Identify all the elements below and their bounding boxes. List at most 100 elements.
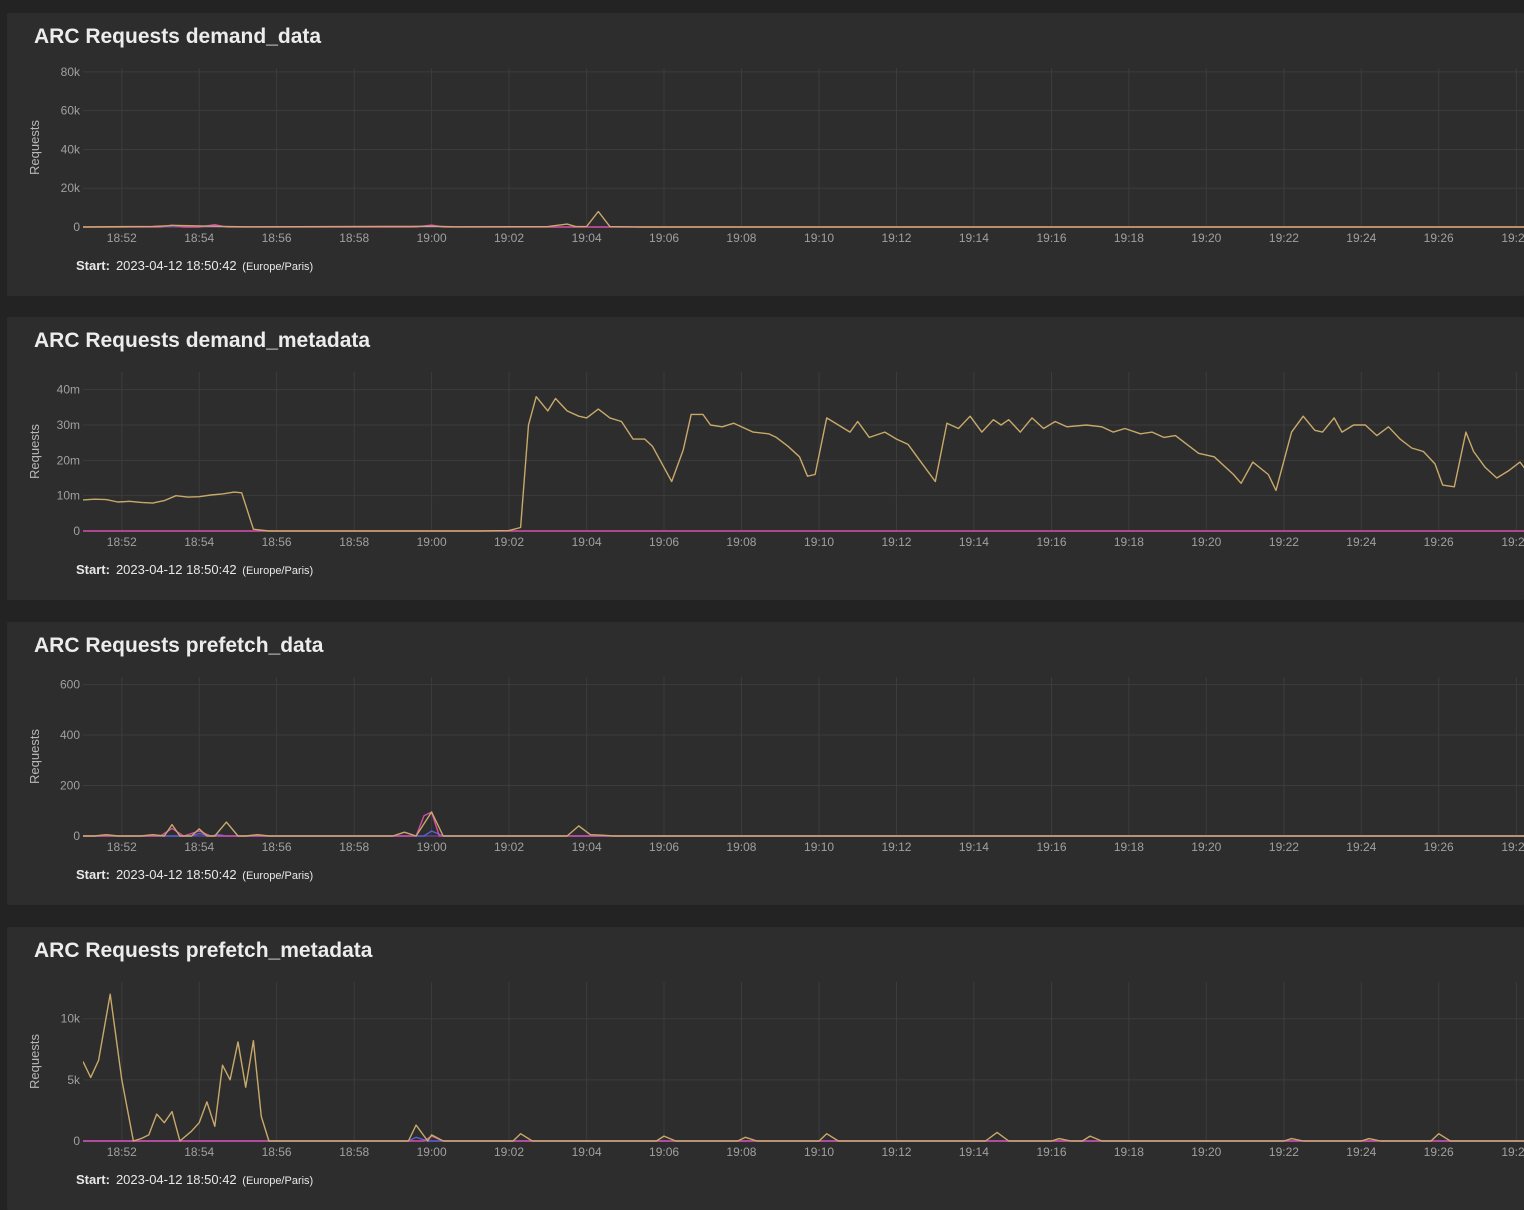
- x-tick-label: 19:16: [1036, 840, 1066, 854]
- x-tick-label: 18:56: [262, 840, 292, 854]
- x-tick-label: 19:12: [881, 840, 911, 854]
- x-tick-label: 19:24: [1346, 1145, 1376, 1159]
- x-tick-label: 19:18: [1114, 1145, 1144, 1159]
- x-tick-label: 19:28: [1501, 840, 1524, 854]
- y-tick-label: 10m: [57, 489, 80, 503]
- y-tick-label: 30m: [57, 418, 80, 432]
- y-tick-label: 20m: [57, 453, 80, 467]
- chart-svg[interactable]: 18:52 18:54 18:56 18:58 19:00 19:02 19:04 19:06…: [7, 622, 1524, 905]
- x-tick-label: 19:18: [1114, 535, 1144, 549]
- x-tick-label: 19:04: [572, 1145, 602, 1159]
- x-tick-label: 19:02: [494, 840, 524, 854]
- x-tick-label: 19:02: [494, 231, 524, 245]
- start-label: Start:: [76, 258, 110, 273]
- x-tick-label: 19:22: [1269, 840, 1299, 854]
- y-tick-label: 0: [73, 220, 80, 234]
- y-tick-label: 200: [60, 779, 80, 793]
- x-tick-label: 18:58: [339, 840, 369, 854]
- y-tick-label: 60k: [61, 104, 81, 118]
- chart-panel-prefetch-data: ARC Requests prefetch_data 18:52 18:54 18:…: [7, 622, 1524, 905]
- x-tick-label: 19:02: [494, 1145, 524, 1159]
- series-line-blue: [83, 830, 1524, 837]
- y-tick-label: 400: [60, 728, 80, 742]
- x-tick-label: 19:12: [881, 535, 911, 549]
- x-tick-label: 19:08: [726, 231, 756, 245]
- x-tick-label: 19:00: [417, 535, 447, 549]
- start-info: Start: 2023-04-12 18:50:42 (Europe/Paris): [76, 1172, 313, 1187]
- x-tick-label: 18:54: [184, 535, 214, 549]
- y-tick-label: 40m: [57, 383, 80, 397]
- x-tick-label: 19:08: [726, 1145, 756, 1159]
- chart-panel-demand-data: ARC Requests demand_data 18:52 18:54 18:56…: [7, 13, 1524, 296]
- x-tick-label: 19:20: [1191, 231, 1221, 245]
- x-tick-label: 19:04: [572, 231, 602, 245]
- x-tick-label: 19:06: [649, 840, 679, 854]
- x-tick-label: 19:12: [881, 1145, 911, 1159]
- chart-svg[interactable]: 18:52 18:54 18:56 18:58 19:00 19:02 19:04 19:06…: [7, 927, 1524, 1210]
- y-tick-label: 600: [60, 678, 80, 692]
- x-tick-label: 19:24: [1346, 231, 1376, 245]
- x-tick-label: 18:58: [339, 1145, 369, 1159]
- start-info: Start: 2023-04-12 18:50:42 (Europe/Paris): [76, 867, 313, 882]
- start-timezone: (Europe/Paris): [242, 261, 314, 273]
- x-tick-label: 19:10: [804, 535, 834, 549]
- x-tick-label: 19:00: [417, 1145, 447, 1159]
- x-tick-label: 19:04: [572, 840, 602, 854]
- x-tick-label: 19:00: [417, 231, 447, 245]
- x-tick-label: 19:16: [1036, 231, 1066, 245]
- x-tick-label: 19:08: [726, 840, 756, 854]
- x-tick-label: 19:06: [649, 535, 679, 549]
- x-tick-label: 19:28: [1501, 1145, 1524, 1159]
- start-info: Start: 2023-04-12 18:50:42 (Europe/Paris): [76, 258, 313, 273]
- start-label: Start:: [76, 1172, 110, 1187]
- y-tick-label: 20k: [61, 181, 81, 195]
- series-line-tan: [83, 395, 1524, 532]
- x-tick-label: 19:04: [572, 535, 602, 549]
- x-tick-label: 19:28: [1501, 231, 1524, 245]
- chart-panel-demand-metadata: ARC Requests demand_metadata 18:52 18:54 1…: [7, 317, 1524, 600]
- x-tick-label: 19:28: [1501, 535, 1524, 549]
- grid: [83, 372, 1524, 531]
- y-tick-label: 0: [73, 524, 80, 538]
- x-tick-label: 19:22: [1269, 535, 1299, 549]
- x-tick-label: 18:54: [184, 231, 214, 245]
- start-label: Start:: [76, 867, 110, 882]
- x-tick-label: 19:16: [1036, 535, 1066, 549]
- chart-panel-prefetch-metadata: ARC Requests prefetch_metadata 18:52 18:5…: [7, 927, 1524, 1210]
- x-tick-label: 19:22: [1269, 1145, 1299, 1159]
- start-value: 2023-04-12 18:50:42: [115, 867, 237, 882]
- x-tick-label: 19:14: [959, 840, 989, 854]
- x-tick-label: 19:26: [1424, 231, 1454, 245]
- x-tick-label: 19:26: [1424, 1145, 1454, 1159]
- x-tick-label: 19:24: [1346, 535, 1376, 549]
- x-tick-label: 18:58: [339, 231, 369, 245]
- start-timezone: (Europe/Paris): [242, 1175, 314, 1187]
- x-tick-label: 19:22: [1269, 231, 1299, 245]
- x-tick-label: 19:26: [1424, 535, 1454, 549]
- x-tick-label: 18:52: [107, 535, 137, 549]
- chart-svg[interactable]: 18:52 18:54 18:56 18:58 19:00 19:02 19:04 19:06…: [7, 13, 1524, 296]
- y-tick-label: 10k: [61, 1012, 81, 1026]
- chart-svg[interactable]: 18:52 18:54 18:56 18:58 19:00 19:02 19:04 19:06…: [7, 317, 1524, 600]
- start-value: 2023-04-12 18:50:42: [115, 258, 237, 273]
- x-tick-label: 18:54: [184, 840, 214, 854]
- x-tick-label: 19:14: [959, 535, 989, 549]
- y-axis-label: Requests: [27, 424, 42, 479]
- x-tick-label: 18:56: [262, 1145, 292, 1159]
- start-value: 2023-04-12 18:50:42: [115, 1172, 237, 1187]
- grid: [83, 982, 1524, 1141]
- series-line-pink: [83, 811, 1524, 837]
- x-tick-label: 18:52: [107, 840, 137, 854]
- grid: [83, 677, 1524, 836]
- x-tick-label: 18:56: [262, 535, 292, 549]
- start-value: 2023-04-12 18:50:42: [115, 562, 237, 577]
- start-label: Start:: [76, 562, 110, 577]
- y-tick-label: 0: [73, 829, 80, 843]
- x-tick-label: 19:08: [726, 535, 756, 549]
- x-tick-label: 19:20: [1191, 535, 1221, 549]
- x-tick-label: 19:10: [804, 231, 834, 245]
- x-tick-label: 19:10: [804, 840, 834, 854]
- x-tick-label: 19:06: [649, 1145, 679, 1159]
- series-line-tan: [83, 210, 1524, 228]
- start-timezone: (Europe/Paris): [242, 565, 314, 577]
